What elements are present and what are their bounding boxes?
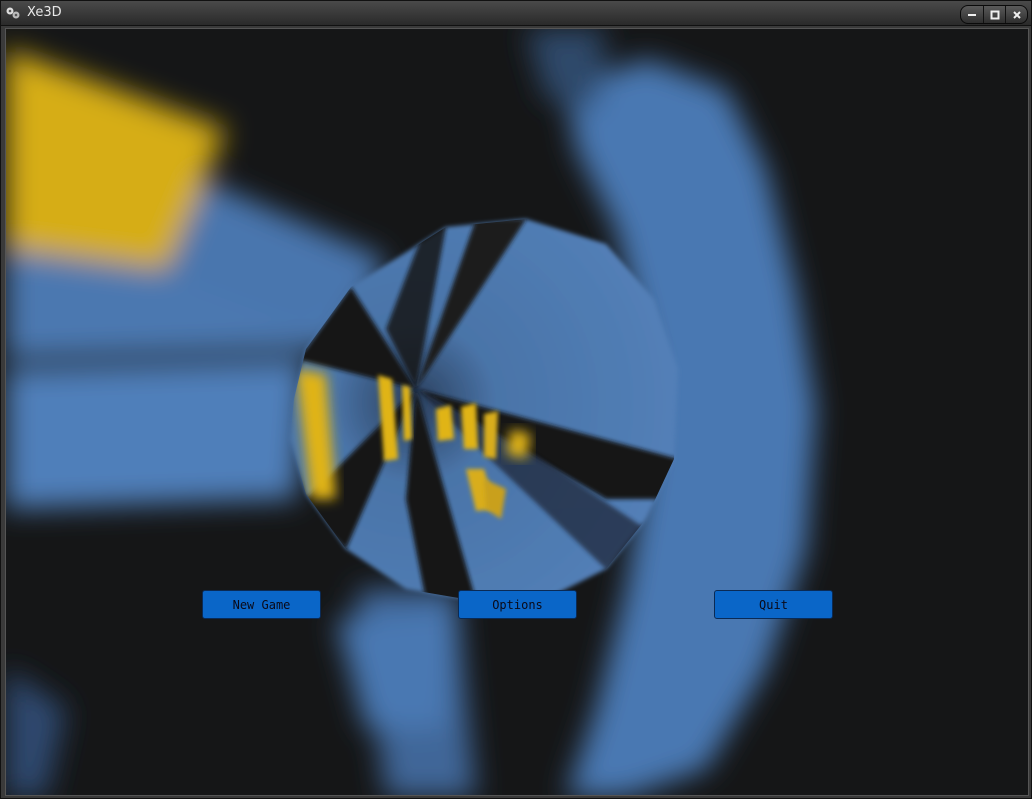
game-viewport[interactable]: New Game Options Quit	[5, 28, 1029, 796]
minimize-icon	[968, 13, 976, 16]
app-window: Xe3D New Game Options Quit	[0, 0, 1032, 799]
close-icon	[1012, 10, 1021, 19]
options-button[interactable]: Options	[458, 590, 577, 619]
minimize-button[interactable]	[961, 6, 983, 23]
title-bar[interactable]: Xe3D	[1, 1, 1031, 26]
quit-button[interactable]: Quit	[714, 590, 833, 619]
window-title: Xe3D	[27, 5, 62, 20]
window-controls	[960, 5, 1028, 24]
new-game-button[interactable]: New Game	[202, 590, 321, 619]
maximize-button[interactable]	[983, 6, 1005, 23]
tunnel-scene	[6, 29, 816, 795]
close-button[interactable]	[1005, 6, 1027, 23]
maximize-icon	[990, 10, 999, 19]
app-logo-icon	[6, 7, 20, 19]
